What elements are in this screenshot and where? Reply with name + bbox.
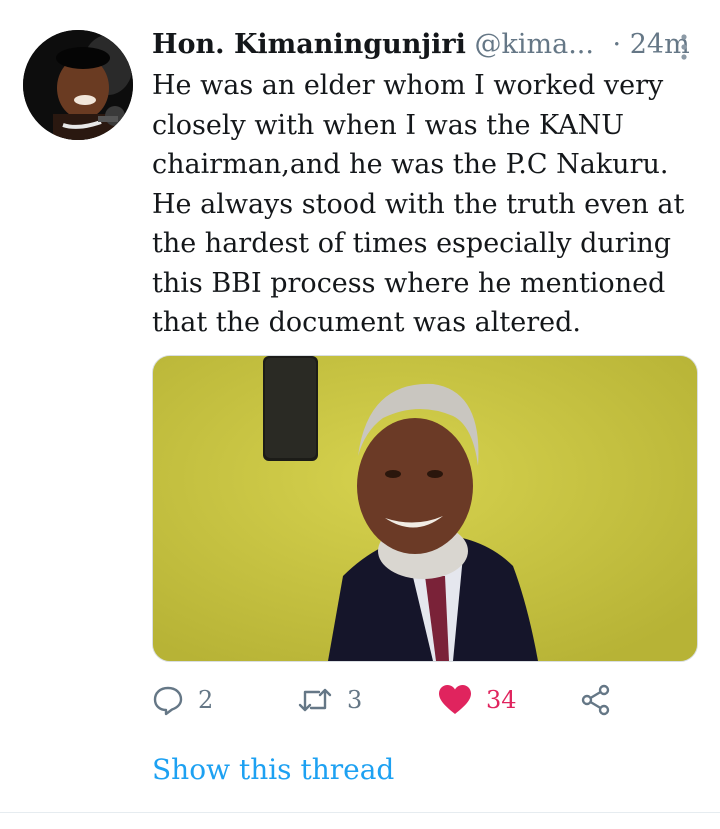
tweet-actions: 2 3 34 <box>152 678 672 722</box>
tweet-card[interactable]: Hon. Kimaningunjiri @kima... · 24m He wa… <box>0 0 720 829</box>
show-thread-link[interactable]: Show this thread <box>152 753 394 786</box>
tweet-text-line: that the document was altered. <box>152 307 581 338</box>
heart-icon <box>439 685 471 714</box>
like-count: 34 <box>486 686 517 714</box>
tweet-text-line: chairman,and he was the P.C Nakuru. <box>152 149 669 180</box>
tweet-text-line: closely with when I was the KANU <box>152 109 624 141</box>
tweet-text-line: He was an elder whom I worked very <box>152 70 664 101</box>
tweet-text-line: this BBI process where he mentioned <box>152 267 666 299</box>
reply-count: 2 <box>198 686 214 714</box>
more-vertical-icon[interactable] <box>680 33 688 61</box>
tweet-text-line: the hardest of times especially during <box>152 228 672 259</box>
like-button[interactable]: 34 <box>438 678 517 722</box>
author-handle[interactable]: @kima... <box>475 29 594 60</box>
share-icon <box>581 684 610 716</box>
author-avatar[interactable] <box>23 30 133 140</box>
tweet-header: Hon. Kimaningunjiri @kima... · 24m <box>152 28 698 64</box>
tweet-divider <box>0 812 720 813</box>
author-name[interactable]: Hon. Kimaningunjiri <box>152 29 466 60</box>
retweet-icon <box>298 688 332 712</box>
retweet-button[interactable]: 3 <box>297 678 362 722</box>
tweet-photo[interactable] <box>152 355 698 662</box>
reply-icon <box>153 686 183 716</box>
share-button[interactable] <box>580 678 612 722</box>
reply-button[interactable]: 2 <box>152 678 213 722</box>
tweet-text: He was an elder whom I worked very close… <box>152 66 692 343</box>
header-separator: · <box>612 29 622 60</box>
tweet-text-line: He always stood with the truth even at <box>152 188 685 220</box>
retweet-count: 3 <box>347 686 363 714</box>
